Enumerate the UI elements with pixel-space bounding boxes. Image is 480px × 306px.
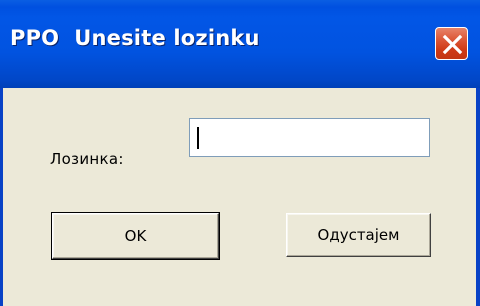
cancel-button[interactable]: Одустајем <box>286 213 431 257</box>
ok-button[interactable]: OK <box>51 212 220 260</box>
close-button[interactable] <box>435 27 468 60</box>
window-frame-right <box>476 88 480 306</box>
window-title: PPO Unesite lozinku <box>10 26 260 50</box>
window-frame-left <box>0 88 3 306</box>
text-caret <box>197 127 199 149</box>
title-bar[interactable]: PPO Unesite lozinku <box>0 0 480 88</box>
password-label: Лозинка: <box>50 150 124 168</box>
password-dialog: PPO Unesite lozinku Лозинка: OK Одустаје… <box>0 0 480 306</box>
close-icon <box>442 34 463 55</box>
password-input[interactable] <box>189 118 430 157</box>
